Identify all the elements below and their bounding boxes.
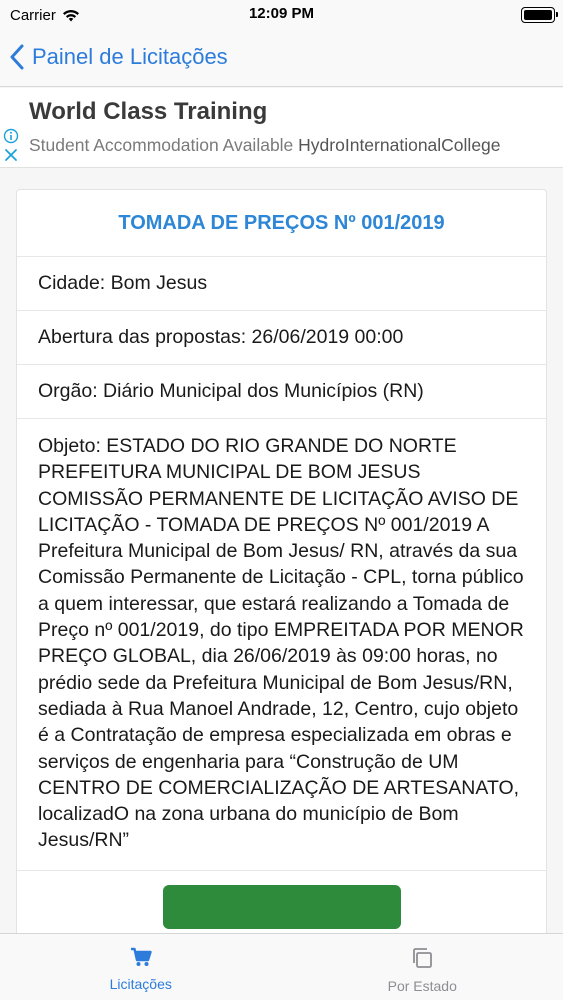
opening-text: Abertura das propostas: 26/06/2019 00:00	[38, 326, 404, 348]
battery-icon	[521, 7, 558, 23]
navigation-bar: Painel de Licitações	[0, 30, 563, 87]
object-row: Objeto: ESTADO DO RIO GRANDE DO NORTE PR…	[17, 419, 546, 871]
tender-title: TOMADA DE PREÇOS Nº 001/2019	[118, 211, 445, 234]
back-button[interactable]: Painel de Licitações	[10, 42, 228, 72]
tab-por-estado-label: Por Estado	[387, 978, 457, 994]
tab-licitacoes-label: Licitações	[109, 976, 172, 992]
ad-advertiser: HydroInternationalCollege	[298, 135, 501, 155]
city-text: Cidade: Bom Jesus	[38, 272, 208, 294]
ad-banner[interactable]: World Class Training Student Accommodati…	[0, 88, 563, 168]
ad-title[interactable]: World Class Training	[29, 98, 267, 126]
tab-bar: Licitações Por Estado	[0, 933, 563, 1000]
city-row: Cidade: Bom Jesus	[17, 257, 546, 311]
tender-card: TOMADA DE PREÇOS Nº 001/2019 Cidade: Bom…	[16, 189, 547, 949]
opening-row: Abertura das propostas: 26/06/2019 00:00	[17, 311, 546, 365]
cart-icon	[130, 947, 152, 966]
status-time: 12:09 PM	[248, 5, 315, 22]
tab-por-estado[interactable]: Por Estado	[282, 934, 563, 1000]
tab-licitacoes[interactable]: Licitações	[0, 934, 282, 1000]
organ-row: Orgão: Diário Municipal dos Municípios (…	[17, 365, 546, 419]
ad-subtitle-text: Student Accommodation Available	[29, 135, 294, 155]
organ-text: Orgão: Diário Municipal dos Municípios (…	[38, 380, 424, 402]
copy-icon	[413, 948, 433, 968]
ad-subtitle[interactable]: Student Accommodation Available HydroInt…	[29, 135, 501, 156]
card-header: TOMADA DE PREÇOS Nº 001/2019	[17, 190, 546, 257]
back-button-label: Painel de Licitações	[32, 44, 228, 69]
close-icon[interactable]	[4, 148, 18, 162]
object-text: Objeto: ESTADO DO RIO GRANDE DO NORTE PR…	[38, 435, 524, 852]
card-actions	[17, 871, 546, 931]
action-button[interactable]	[163, 884, 401, 929]
chevron-left-icon	[10, 44, 24, 70]
battery-level	[524, 10, 552, 20]
status-bar: Carrier 12:09 PM	[0, 0, 563, 30]
info-icon[interactable]	[3, 128, 19, 144]
